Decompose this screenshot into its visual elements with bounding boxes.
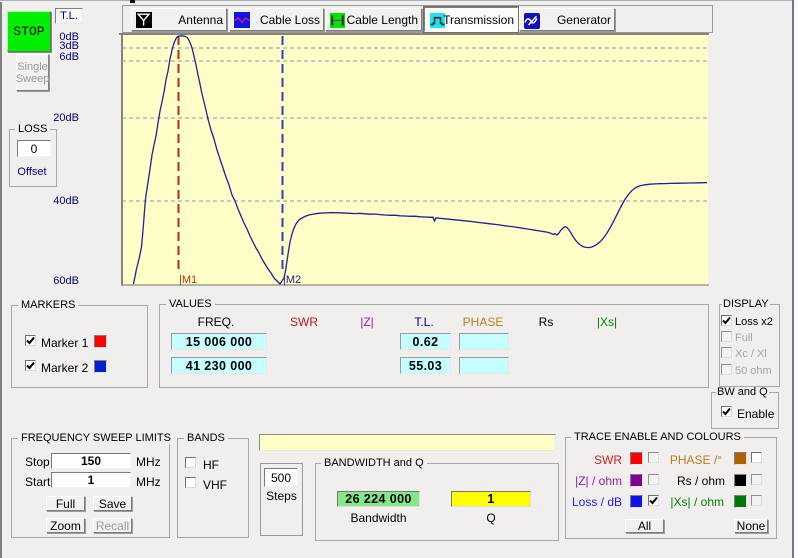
- svg-text:|M1: |M1: [179, 274, 197, 286]
- svg-text:|M2: |M2: [283, 274, 301, 286]
